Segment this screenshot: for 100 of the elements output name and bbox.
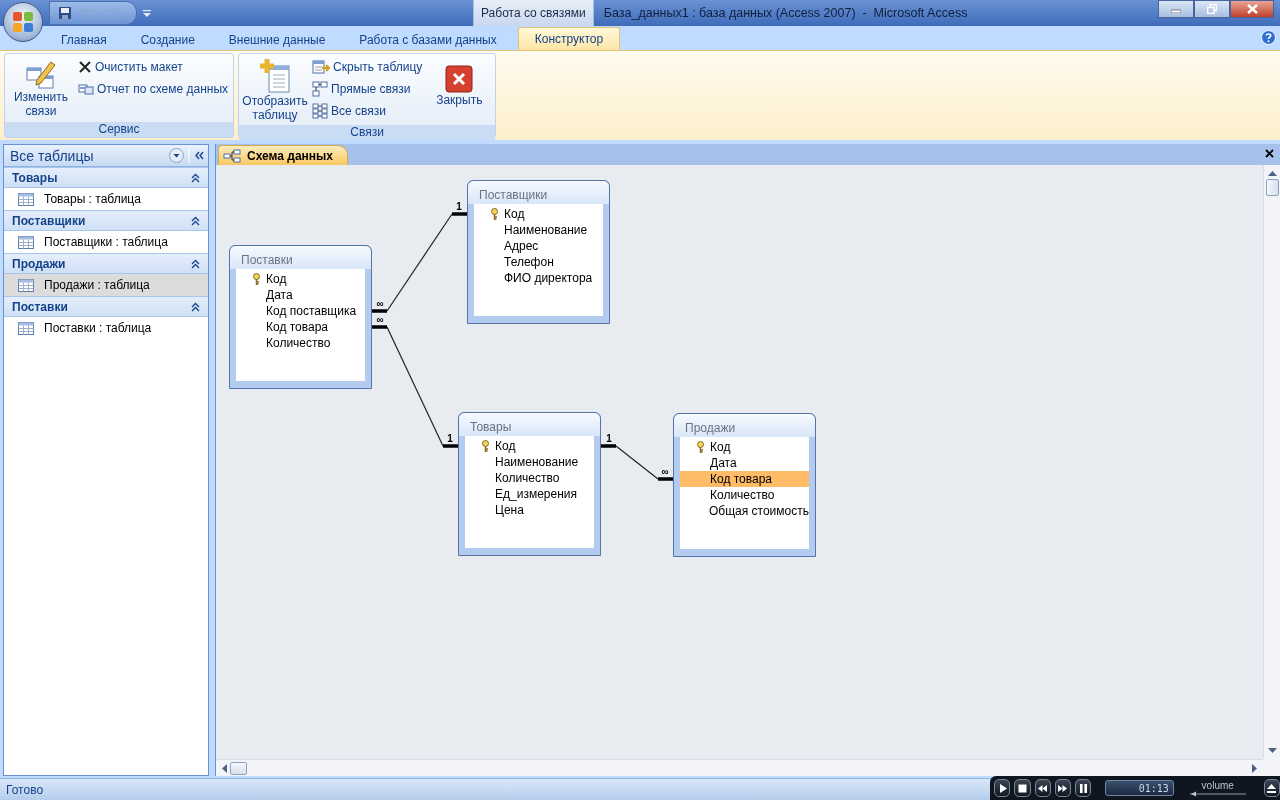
field-row[interactable]: Наименование [474, 222, 603, 238]
player-button[interactable] [994, 779, 1011, 797]
table-window[interactable]: Поставки Код Дата Код поставщика Код товара Количество [229, 245, 372, 389]
field-row[interactable]: Код [474, 206, 603, 222]
collapse-chevron-icon[interactable] [191, 258, 200, 269]
contextual-tab-title: Работа со связями [473, 0, 594, 26]
cardinality-label: ∞ [661, 466, 669, 477]
group-header[interactable]: Товары [4, 167, 208, 188]
group-label: Связи [239, 125, 496, 140]
relationships-icon [223, 148, 241, 163]
collapse-chevron-icon[interactable] [191, 215, 200, 226]
relationship-line[interactable] [370, 325, 460, 448]
field-row[interactable]: Дата [680, 455, 809, 471]
field-row[interactable]: Код товара [680, 471, 809, 487]
item-label: Поставки : таблица [44, 321, 152, 335]
player-button[interactable] [1014, 779, 1031, 797]
ribbon-tab[interactable]: Внешние данные [211, 28, 343, 50]
field-row[interactable]: Наименование [465, 454, 594, 470]
scroll-down-icon[interactable] [1267, 748, 1277, 754]
field-row[interactable]: Код товара [236, 319, 365, 335]
restore-button[interactable] [1194, 0, 1230, 18]
group-title: Поставщики [12, 213, 86, 228]
table-title: Товары [459, 413, 600, 436]
pause-icon [1077, 782, 1089, 794]
dropdown-icon[interactable] [169, 148, 184, 163]
scroll-thumb[interactable] [1265, 179, 1279, 196]
restore-icon [1207, 4, 1217, 14]
field-row[interactable]: Количество [465, 470, 594, 486]
document-tab[interactable]: Схема данных [218, 145, 348, 165]
nav-item[interactable]: Поставщики : таблица [4, 231, 208, 253]
collapse-chevron-icon[interactable] [191, 172, 200, 183]
ribbon-tab[interactable]: Главная [44, 28, 124, 50]
item-label: Товары : таблица [44, 192, 141, 206]
ribbon-button[interactable]: Отчет по схеме данных [76, 79, 231, 99]
fast-forward-icon [1057, 782, 1069, 794]
horizontal-scrollbar[interactable] [216, 759, 1263, 776]
close-button[interactable] [1230, 0, 1274, 18]
field-row[interactable]: Ед_измерения [465, 486, 594, 502]
player-button[interactable] [1054, 779, 1072, 797]
minimize-button[interactable] [1158, 0, 1194, 18]
close-icon[interactable] [1265, 149, 1274, 158]
ribbon-tab[interactable]: Конструктор [517, 27, 621, 50]
customize-caret-icon[interactable] [143, 9, 151, 17]
cardinality-label: ∞ [376, 298, 384, 309]
table-window[interactable]: Товары Код Наименование Количество Ед_измерения Цена [458, 412, 601, 556]
ribbon-tab[interactable]: Работа с базами данных [342, 28, 514, 50]
ribbon-button[interactable]: Отобразить таблицу [242, 56, 309, 123]
nav-item[interactable]: Поставки : таблица [4, 317, 208, 339]
field-row[interactable]: Телефон [474, 254, 603, 270]
field-row[interactable]: Дата [236, 287, 365, 303]
scroll-thumb[interactable] [230, 761, 247, 775]
field-row[interactable]: Код [465, 438, 594, 454]
table-icon [18, 278, 34, 292]
volume-thumb[interactable] [1190, 791, 1196, 796]
scroll-right-icon[interactable] [1252, 763, 1258, 773]
group-header[interactable]: Поставщики [4, 210, 208, 231]
nav-item[interactable]: Товары : таблица [4, 188, 208, 210]
eject-button[interactable] [1263, 779, 1280, 797]
group-header[interactable]: Продажи [4, 253, 208, 274]
table-icon [18, 321, 34, 335]
ribbon-button[interactable]: Все связи [310, 101, 425, 121]
scroll-up-icon[interactable] [1267, 170, 1277, 176]
hide-table-icon [312, 60, 331, 74]
time-display: 01:13 [1105, 780, 1174, 796]
help-icon[interactable] [1261, 30, 1276, 45]
ribbon-button[interactable]: Очистить макет [76, 57, 231, 77]
relationship-line[interactable] [370, 212, 469, 313]
ribbon-button[interactable]: Закрыть [426, 56, 493, 123]
group-label: Сервис [5, 122, 234, 137]
table-window[interactable]: Поставщики Код Наименование Адрес Телефон ФИО директора [467, 180, 610, 324]
vertical-scrollbar[interactable] [1263, 165, 1280, 759]
collapse-chevron-icon[interactable] [191, 301, 200, 312]
field-row[interactable]: Количество [680, 487, 809, 503]
field-row[interactable]: Код [236, 271, 365, 287]
relationship-line[interactable] [599, 444, 675, 481]
field-row[interactable]: Цена [465, 502, 594, 518]
office-button[interactable] [3, 2, 43, 42]
all-relationships-icon [312, 103, 329, 119]
field-row[interactable]: Количество [236, 335, 365, 351]
field-row[interactable]: ФИО директора [474, 270, 603, 286]
scroll-left-icon[interactable] [221, 763, 227, 773]
field-row[interactable]: Код [680, 439, 809, 455]
table-window[interactable]: Продажи Код Дата Код товара Количество Общая стоимость [673, 413, 816, 557]
item-label: Продажи : таблица [44, 278, 150, 292]
save-icon[interactable] [58, 6, 72, 20]
player-button[interactable] [1034, 779, 1051, 797]
ribbon-button[interactable]: Скрыть таблицу [310, 57, 425, 77]
item-label: Поставщики : таблица [44, 235, 168, 249]
ribbon-button[interactable]: Изменить связи [8, 56, 74, 120]
field-row[interactable]: Код поставщика [236, 303, 365, 319]
status-text: Готово [6, 782, 44, 797]
nav-item[interactable]: Продажи : таблица [4, 274, 208, 296]
ribbon-button[interactable]: Прямые связи [310, 79, 425, 99]
group-header[interactable]: Поставки [4, 296, 208, 317]
field-row[interactable]: Адрес [474, 238, 603, 254]
field-row[interactable]: Общая стоимость [680, 503, 809, 519]
table-title: Продажи [674, 414, 815, 437]
ribbon-tab[interactable]: Создание [123, 28, 212, 50]
player-button[interactable] [1075, 779, 1092, 797]
volume-slider[interactable] [1189, 790, 1246, 797]
